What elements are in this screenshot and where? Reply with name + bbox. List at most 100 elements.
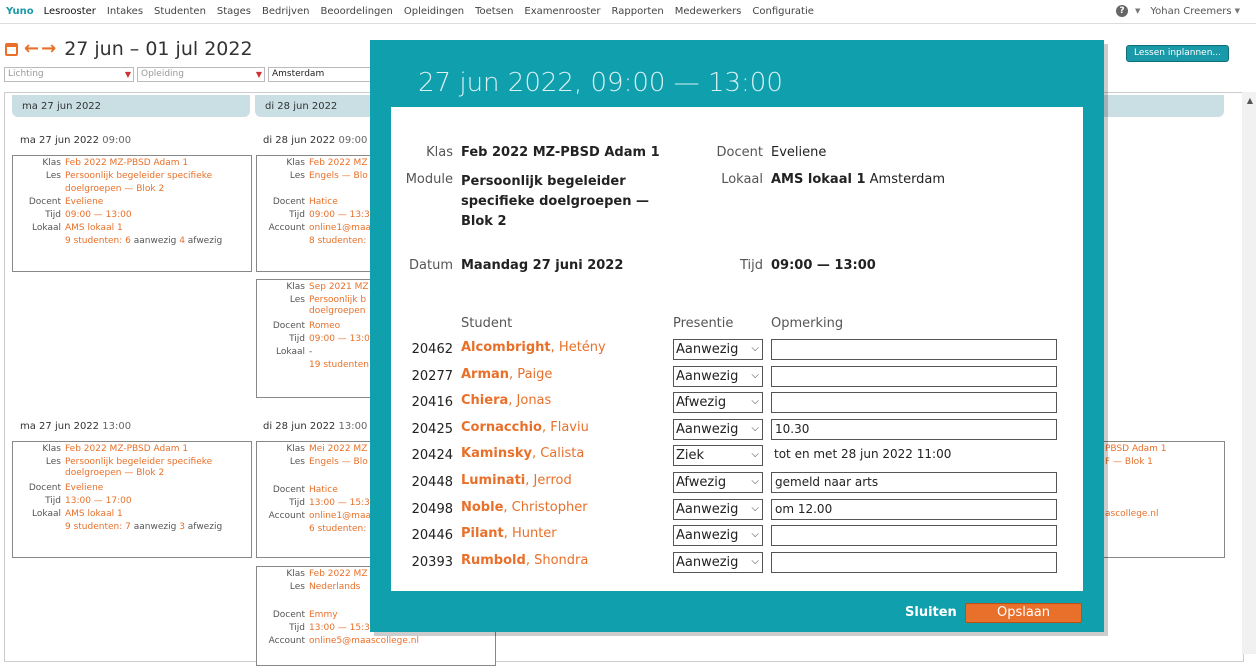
docent-link[interactable]: Hatice <box>309 196 338 209</box>
help-icon[interactable]: ? <box>1115 5 1128 17</box>
student-name-link[interactable]: Luminati, Jerrod <box>461 473 572 488</box>
student-name-link[interactable]: Arman, Paige <box>461 367 552 382</box>
tijd-value[interactable]: 09:00 — 13:0 <box>309 333 370 346</box>
opmerking-input[interactable] <box>771 551 1057 573</box>
nav-opleidingen[interactable]: Opleidingen <box>404 6 464 17</box>
opmerking-input[interactable] <box>771 525 1057 547</box>
klas-link[interactable]: Feb 2022 MZ <box>309 568 368 581</box>
chevron-down-icon[interactable]: ▼ <box>1235 7 1240 15</box>
les-link[interactable]: doelgroepen — Blok 2 <box>65 469 164 478</box>
present-count: : 6 <box>119 236 131 246</box>
opmerking-input[interactable] <box>771 392 1057 414</box>
lesson-card[interactable]: Klas Feb 2022 MZ-PBSD Adam 1 Les Persoonli… <box>12 441 252 558</box>
klas-link[interactable]: Sep 2021 MZ <box>309 281 369 294</box>
docent-link[interactable]: Hatice <box>309 484 338 497</box>
presentie-select[interactable]: Ziek ⌵ <box>673 445 763 467</box>
student-name-link[interactable]: Cornacchio, Flaviu <box>461 420 589 435</box>
lokaal-link[interactable]: AMS lokaal 1 <box>65 508 123 521</box>
presentie-select[interactable]: Aanwezig ⌵ <box>673 418 763 440</box>
opleiding-select[interactable]: Opleiding ▼ <box>137 67 265 82</box>
nav-examenrooster[interactable]: Examenrooster <box>524 6 600 17</box>
les-link[interactable]: F — Blok 1 <box>1105 456 1153 469</box>
opmerking-input[interactable]: om 12.00 <box>771 498 1057 520</box>
students-link[interactable]: 9 studenten <box>65 522 119 532</box>
student-name-link[interactable]: Noble, Christopher <box>461 500 588 515</box>
student-name-link[interactable]: Rumbold, Shondra <box>461 553 588 568</box>
account-link[interactable]: online1@maa <box>309 510 371 523</box>
klas-link[interactable]: Feb 2022 MZ-PBSD Adam 1 <box>65 157 188 170</box>
klas-link[interactable]: Feb 2022 MZ <box>309 157 368 170</box>
opmerking-input[interactable]: 10.30 <box>771 418 1057 440</box>
tijd-value[interactable]: 13:00 — 15:3 <box>309 497 370 510</box>
nav-toetsen[interactable]: Toetsen <box>475 6 513 17</box>
docent-link[interactable]: Eveliene <box>65 482 103 495</box>
nav-beoordelingen[interactable]: Beoordelingen <box>320 6 392 17</box>
students-link[interactable]: 8 studenten: <box>309 235 366 248</box>
opmerking-input[interactable]: gemeld naar arts <box>771 472 1057 493</box>
lesson-card[interactable]: Klas Feb 2022 MZ Les Engels — Blo Docent Ha… <box>256 155 376 272</box>
presentie-select[interactable]: Afwezig ⌵ <box>673 472 763 493</box>
les-link[interactable]: doelgroepen — Blok 2 <box>65 183 164 196</box>
opslaan-button[interactable]: Opslaan <box>965 603 1082 623</box>
docent-label: Docent <box>272 485 305 495</box>
nav-lesrooster[interactable]: Lesrooster <box>44 6 96 17</box>
lessen-inplannen-button[interactable]: Lessen inplannen... <box>1126 45 1229 62</box>
opmerking-input[interactable] <box>771 365 1057 387</box>
student-name-link[interactable]: Kaminsky, Calista <box>461 446 584 461</box>
nav-bedrijven[interactable]: Bedrijven <box>262 6 309 17</box>
les-link[interactable]: Engels — Blo <box>309 170 368 183</box>
lesson-card[interactable]: Klas Sep 2021 MZ Les Persoonlijk b doelgro… <box>256 279 376 398</box>
docent-link[interactable]: Eveliene <box>65 196 103 209</box>
les-link[interactable]: Persoonlijk begeleider specifieke <box>65 170 212 183</box>
tijd-value[interactable]: 13:00 — 17:00 <box>65 495 132 508</box>
opmerking-input[interactable] <box>771 339 1057 360</box>
tijd-value[interactable]: 09:00 — 13:3 <box>309 209 370 222</box>
lesson-card[interactable]: Klas Mei 2022 MZ Les Engels — Blo Docent Ha… <box>256 441 376 558</box>
docent-link[interactable]: Emmy <box>309 609 338 622</box>
student-name-link[interactable]: Alcombright, Hetény <box>461 340 606 355</box>
students-link[interactable]: 9 studenten <box>65 236 119 246</box>
presentie-select[interactable]: Afwezig ⌵ <box>673 392 763 414</box>
nav-stages[interactable]: Stages <box>217 6 251 17</box>
account-link[interactable]: ascollege.nl <box>1105 508 1159 521</box>
prev-week-arrow-icon[interactable]: ← <box>24 40 39 58</box>
account-link[interactable]: online1@maa <box>309 222 371 235</box>
lesson-card[interactable]: Klas Feb 2022 MZ-PBSD Adam 1 Les Persoonli… <box>12 155 252 272</box>
lokaal-link[interactable]: AMS lokaal 1 <box>65 222 123 235</box>
student-name-link[interactable]: Chiera, Jonas <box>461 393 551 408</box>
les-link[interactable]: Engels — Blo <box>309 456 368 469</box>
students-link[interactable]: 19 studenten <box>309 359 369 372</box>
sluiten-button[interactable]: Sluiten <box>905 605 957 620</box>
next-week-arrow-icon[interactable]: → <box>41 40 56 58</box>
tijd-value[interactable]: 09:00 — 13:00 <box>65 209 132 222</box>
scroll-up-icon[interactable]: ▲ <box>1247 96 1253 105</box>
klas-link[interactable]: Feb 2022 MZ-PBSD Adam 1 <box>65 443 188 456</box>
nav-rapporten[interactable]: Rapporten <box>612 6 664 17</box>
page-scrollbar[interactable] <box>1242 92 1256 654</box>
students-link[interactable]: 6 studenten: <box>309 523 366 536</box>
tijd-value[interactable]: 13:00 — 15:3 <box>309 622 370 635</box>
brand-logo[interactable]: Yuno <box>6 6 34 17</box>
nav-studenten[interactable]: Studenten <box>154 6 206 17</box>
presentie-select[interactable]: Aanwezig ⌵ <box>673 339 763 360</box>
account-link[interactable]: online5@maascollege.nl <box>309 635 419 648</box>
presentie-select[interactable]: Aanwezig ⌵ <box>673 365 763 387</box>
klas-link[interactable]: PBSD Adam 1 <box>1105 443 1167 456</box>
les-link[interactable]: doelgroepen <box>309 307 365 316</box>
les-link[interactable]: Nederlands <box>309 581 360 594</box>
lichting-select[interactable]: Lichting ▼ <box>4 67 134 82</box>
nav-intakes[interactable]: Intakes <box>107 6 143 17</box>
presentie-select[interactable]: Aanwezig ⌵ <box>673 525 763 547</box>
klas-link[interactable]: Mei 2022 MZ <box>309 443 367 456</box>
user-name[interactable]: Yohan Creemers <box>1150 6 1231 17</box>
les-label: Les <box>289 295 305 305</box>
nav-medewerkers[interactable]: Medewerkers <box>675 6 742 17</box>
locatie-select[interactable]: Amsterdam <box>268 67 378 82</box>
calendar-icon[interactable] <box>5 42 18 56</box>
docent-link[interactable]: Romeo <box>309 320 340 333</box>
nav-configuratie[interactable]: Configuratie <box>752 6 814 17</box>
chevron-down-icon[interactable]: ▼ <box>1135 7 1140 15</box>
presentie-select[interactable]: Aanwezig ⌵ <box>673 551 763 573</box>
student-name-link[interactable]: Pilant, Hunter <box>461 526 557 541</box>
presentie-select[interactable]: Aanwezig ⌵ <box>673 498 763 520</box>
